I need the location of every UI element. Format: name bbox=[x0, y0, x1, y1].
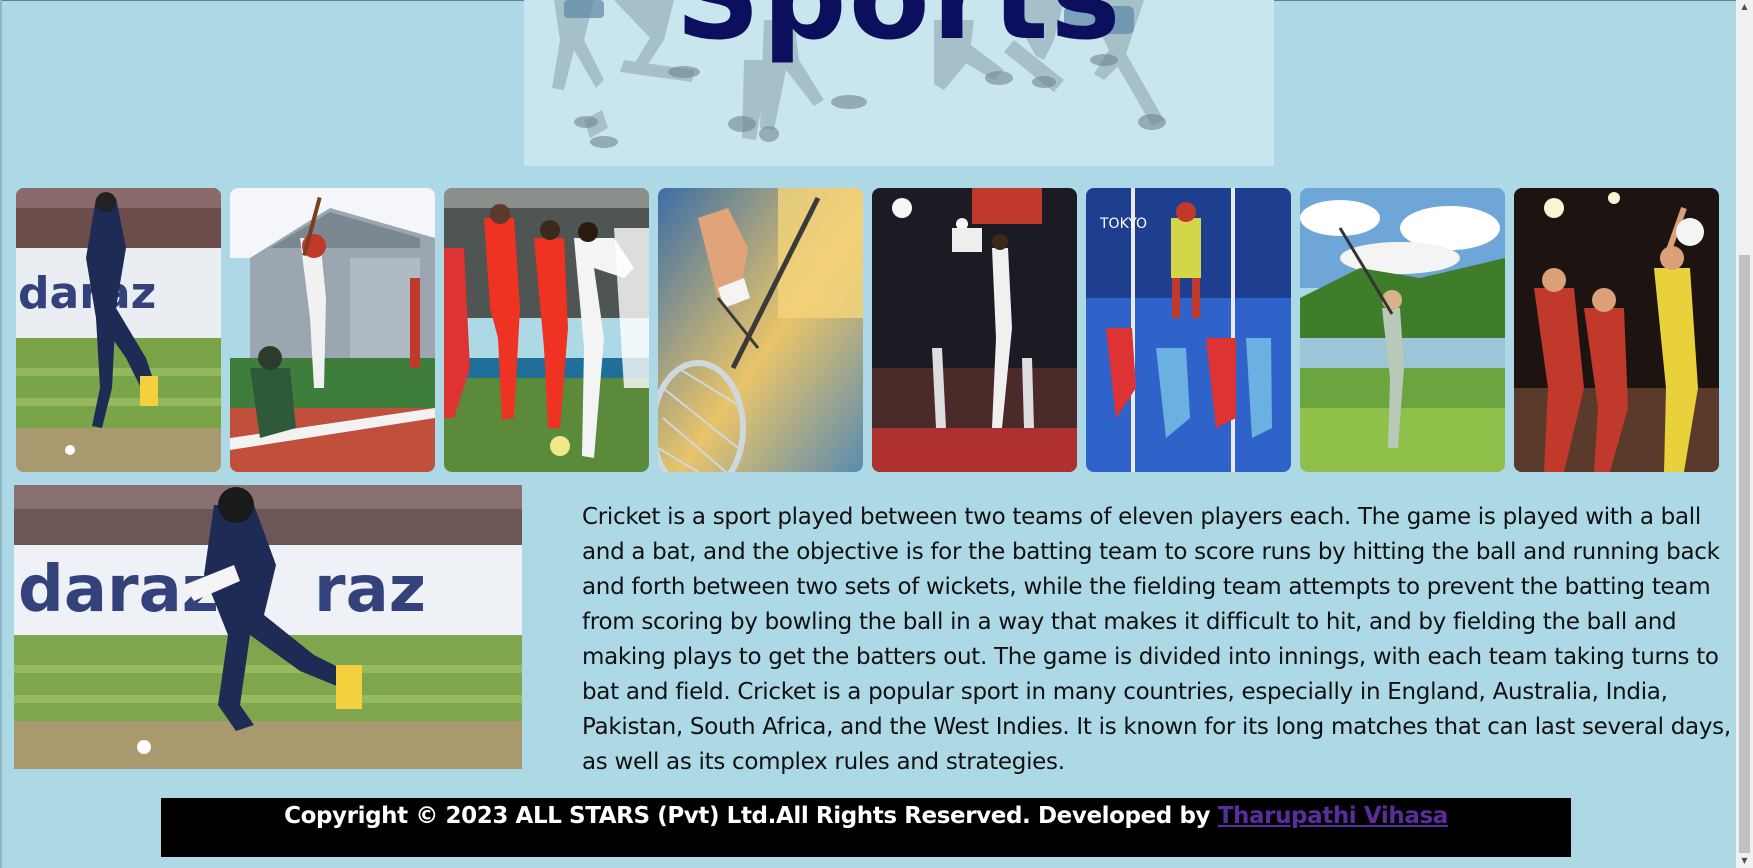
sport-description: Cricket is a sport played between two te… bbox=[582, 504, 1731, 775]
vertical-scrollbar[interactable]: ▲ ▼ bbox=[1736, 0, 1753, 868]
featured-cricket-image: daraz raz bbox=[14, 485, 522, 769]
gallery-cricket-image[interactable]: daraz bbox=[16, 188, 221, 472]
gallery-badminton-image[interactable] bbox=[658, 188, 863, 472]
scrollbar-thumb[interactable] bbox=[1739, 255, 1750, 853]
scroll-up-icon[interactable]: ▲ bbox=[1736, 0, 1753, 14]
svg-text:TOKYO: TOKYO bbox=[1099, 216, 1147, 232]
svg-text:raz: raz bbox=[314, 553, 426, 627]
banner-title: Sports bbox=[524, 0, 1274, 56]
gallery-basketball-image[interactable] bbox=[872, 188, 1077, 472]
gallery-netball-image[interactable] bbox=[1514, 188, 1719, 472]
gallery-hockey-image[interactable]: TOKYO bbox=[1086, 188, 1291, 472]
copyright-text: Copyright © 2023 ALL STARS (Pvt) Ltd.All… bbox=[284, 803, 1218, 829]
svg-text:daraz: daraz bbox=[18, 268, 156, 319]
gallery-golf-image[interactable] bbox=[1300, 188, 1505, 472]
footer: Copyright © 2023 ALL STARS (Pvt) Ltd.All… bbox=[161, 798, 1571, 857]
sports-banner: Sports bbox=[524, 0, 1274, 166]
developer-link[interactable]: Tharupathi Vihasa bbox=[1218, 803, 1449, 829]
scroll-down-icon[interactable]: ▼ bbox=[1736, 854, 1753, 868]
sports-gallery: daraz TOKYO bbox=[16, 188, 1722, 473]
gallery-football-image[interactable] bbox=[444, 188, 649, 472]
left-border bbox=[0, 0, 2, 868]
gallery-baseball-image[interactable] bbox=[230, 188, 435, 472]
page: Sports daraz bbox=[0, 0, 1753, 868]
